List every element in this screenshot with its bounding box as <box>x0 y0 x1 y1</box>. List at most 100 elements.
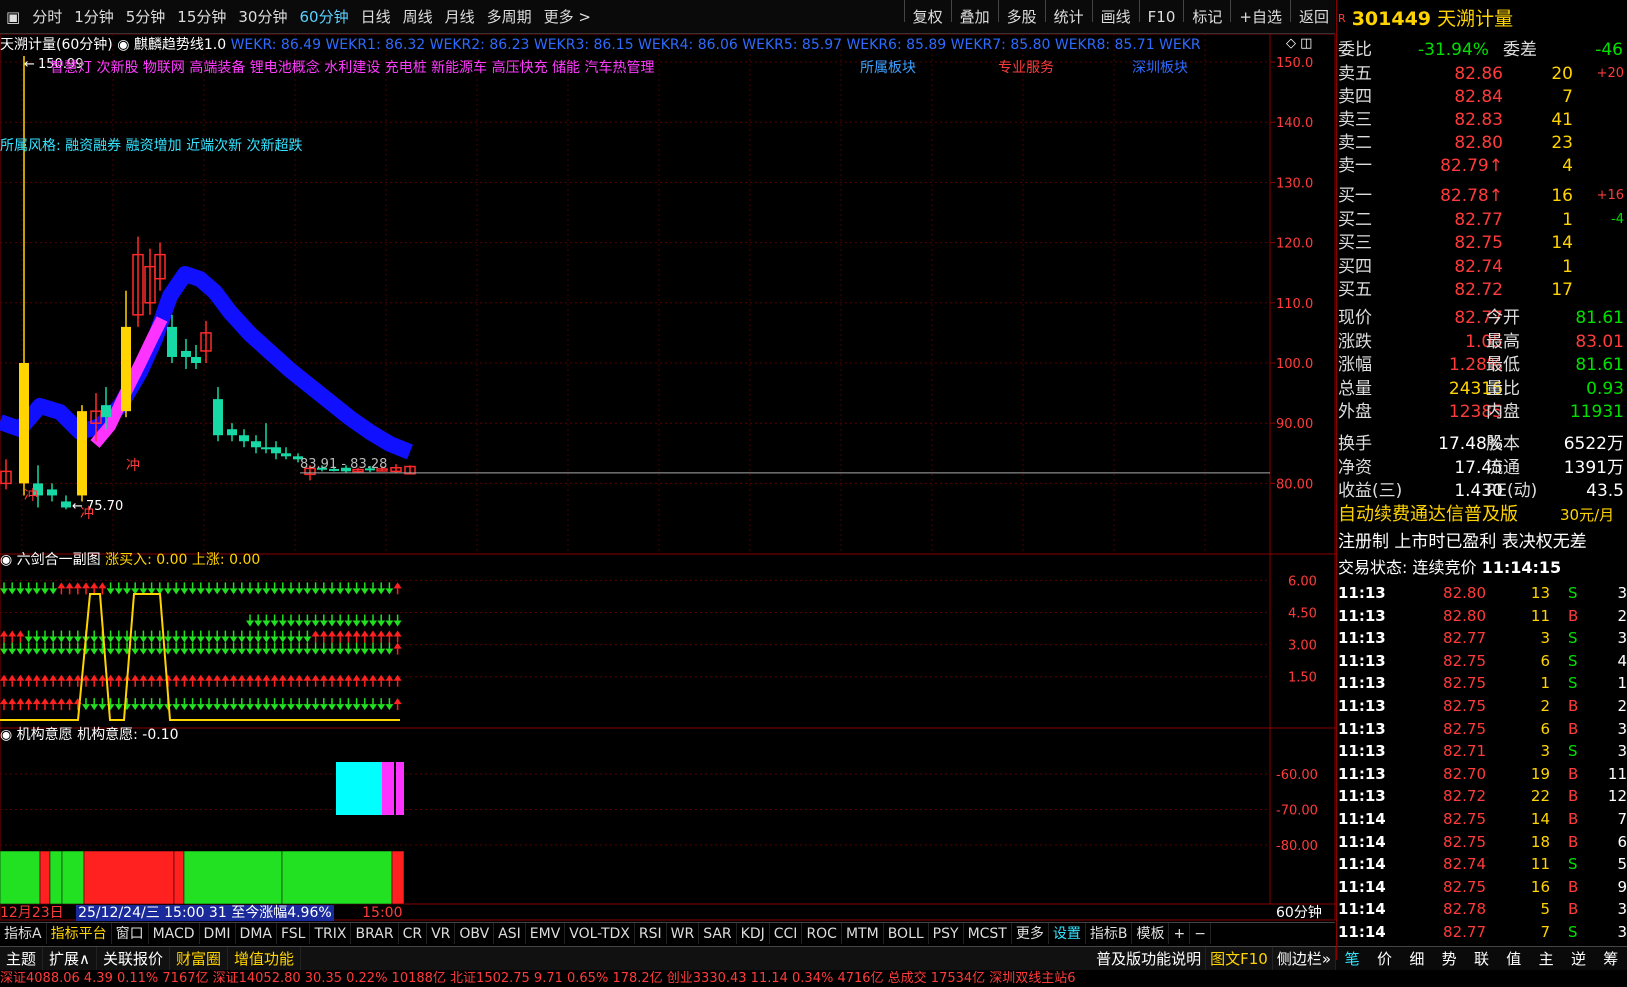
tick-row: 11:14 82.78 5 B 3 <box>1338 898 1627 921</box>
sub1-indicator-icon[interactable]: ◉ <box>0 552 17 568</box>
indicator-tab[interactable]: CR <box>399 923 428 944</box>
period-button[interactable]: 更多 > <box>538 0 597 34</box>
down-arrow-icon <box>57 648 66 655</box>
bottom-tab[interactable]: 财富圈 <box>170 947 229 970</box>
bid-row[interactable]: 买二 82.77 1 -4 <box>1338 208 1627 232</box>
indicator-tab[interactable]: 指标A <box>0 923 47 944</box>
bottom-tab-right[interactable]: 图文F10 <box>1206 947 1273 970</box>
period-label[interactable]: 60分钟 <box>1276 904 1322 922</box>
indicator-tab[interactable]: VR <box>427 923 456 944</box>
bid-row[interactable]: 买五 82.72 17 <box>1338 278 1627 302</box>
period-button[interactable]: 15分钟 <box>171 0 232 34</box>
bottom-tab[interactable]: 增值功能 <box>228 947 302 970</box>
up-arrow-icon <box>295 674 304 681</box>
bottom-tab-right[interactable]: 普及版功能说明 <box>1092 947 1207 970</box>
indicator-tab[interactable]: FSL <box>277 923 311 944</box>
indicator-tab[interactable]: PSY <box>929 923 964 944</box>
indicator-tab[interactable]: 指标平台 <box>47 923 112 944</box>
indicator-tab[interactable]: BRAR <box>351 923 399 944</box>
ask-row[interactable]: 卖一 82.79↑ 4 <box>1338 154 1627 178</box>
indicator-tab[interactable]: BOLL <box>884 923 929 944</box>
indicator-tab[interactable]: 更多 <box>1012 923 1049 944</box>
indicator-tab[interactable]: VOL-TDX <box>565 923 635 944</box>
indicator-tab[interactable]: CCI <box>770 923 803 944</box>
period-button[interactable]: 日线 <box>355 0 397 34</box>
bottom-tab[interactable]: 扩展∧ <box>43 947 97 970</box>
indicator-tab[interactable]: 设置 <box>1049 923 1086 944</box>
indicator-tab[interactable]: 窗口 <box>112 923 149 944</box>
toolbar-action-button[interactable]: +自选 <box>1233 0 1288 34</box>
concept-tags[interactable]: 智慧灯 次新股 物联网 高端装备 锂电池概念 水利建设 充电桩 新能源车 高压快… <box>50 57 655 77</box>
ask-label: 卖四 <box>1338 87 1372 107</box>
indicator-tab[interactable]: 指标B <box>1086 923 1133 944</box>
period-button[interactable]: 60分钟 <box>293 0 354 34</box>
indicator-tab[interactable]: MCST <box>964 923 1012 944</box>
expand-icon[interactable]: ◇ ◫ <box>1286 36 1312 51</box>
down-arrow-icon <box>139 648 148 655</box>
indicator-tab[interactable]: OBV <box>455 923 495 944</box>
ask-row[interactable]: 卖三 82.83 41 <box>1338 108 1627 132</box>
indicator-tab[interactable]: MACD <box>149 923 200 944</box>
down-arrow-icon <box>352 588 361 595</box>
indicator-tab[interactable]: RSI <box>635 923 667 944</box>
tick-price: 82.78 <box>1443 900 1486 919</box>
indicator-tab[interactable]: TRIX <box>310 923 352 944</box>
bid-row[interactable]: 买三 82.75 14 <box>1338 231 1627 255</box>
indicator-tab[interactable]: DMI <box>200 923 236 944</box>
period-button[interactable]: 30分钟 <box>232 0 293 34</box>
period-button[interactable]: 周线 <box>397 0 439 34</box>
period-button[interactable]: 5分钟 <box>120 0 172 34</box>
sub2-indicator-icon[interactable]: ◉ <box>0 727 17 743</box>
period-button[interactable]: 分时 <box>26 0 68 34</box>
promo-price[interactable]: 30元/月 <box>1560 502 1614 528</box>
sector-label[interactable]: 所属板块 <box>860 57 916 77</box>
ask-row[interactable]: 卖二 82.80 23 <box>1338 131 1627 155</box>
sub1-name[interactable]: 六剑合一副图 <box>17 552 101 568</box>
toolbar-action-button[interactable]: F10 <box>1142 0 1182 34</box>
indicator-tab[interactable]: WR <box>667 923 700 944</box>
down-arrow-icon <box>106 636 115 643</box>
service-label[interactable]: 专业服务 <box>998 57 1054 77</box>
bottom-tab-right[interactable]: 侧边栏» <box>1273 947 1336 970</box>
promo-row[interactable]: 自动续费通达信普及版 30元/月 <box>1338 502 1627 528</box>
indicator-tab[interactable]: + <box>1169 923 1191 944</box>
promo-text[interactable]: 自动续费通达信普及版 <box>1338 504 1518 525</box>
region-label[interactable]: 深圳板块 <box>1132 57 1188 77</box>
down-arrow-icon <box>65 636 74 643</box>
indicator-tab[interactable]: EMV <box>526 923 566 944</box>
indicator-toggle-icon[interactable]: ◉ <box>117 37 134 53</box>
tick-volume: 3 <box>1540 629 1550 648</box>
indicator-tab[interactable]: − <box>1190 923 1211 944</box>
ask-row[interactable]: 卖五 82.86 20 +20 <box>1338 62 1627 86</box>
toolbar-action-button[interactable]: 多股 <box>1001 0 1043 34</box>
toolbar-action-button[interactable]: 复权 <box>907 0 949 34</box>
toolbar-action-button[interactable]: 标记 <box>1186 0 1228 34</box>
indicator-tab[interactable]: KDJ <box>737 923 770 944</box>
y-tick-label: 4.50 <box>1288 607 1317 622</box>
bid-row[interactable]: 买一 82.78↑ 16 +16 <box>1338 184 1627 208</box>
period-button[interactable]: 多周期 <box>481 0 538 34</box>
indicator-tab[interactable]: ASI <box>494 923 526 944</box>
menu-icon[interactable]: ▣ <box>0 0 26 34</box>
indicator-tab[interactable]: 模板 <box>1132 923 1170 944</box>
ask-row[interactable]: 卖四 82.84 7 <box>1338 85 1627 109</box>
sub2-name[interactable]: 机构意愿 <box>17 727 73 743</box>
period-button[interactable]: 1分钟 <box>68 0 120 34</box>
indicator-name[interactable]: 麒麟趋势线1.0 <box>134 37 226 53</box>
indicator-tab[interactable]: SAR <box>699 923 737 944</box>
indicator-tab[interactable]: MTM <box>842 923 884 944</box>
toolbar-action-button[interactable]: 统计 <box>1048 0 1090 34</box>
tick-volume: 6 <box>1540 719 1550 738</box>
indicator-tab[interactable]: ROC <box>802 923 842 944</box>
toolbar-action-button[interactable]: 画线 <box>1095 0 1137 34</box>
indicator-tab[interactable]: DMA <box>236 923 277 944</box>
bottom-tab[interactable]: 关联报价 <box>97 947 171 970</box>
stat-row: 收益(三) 1.430 PE(动) 43.5 <box>1338 479 1627 503</box>
tick-volume: 11 <box>1530 606 1550 625</box>
toolbar-action-button[interactable]: 叠加 <box>954 0 996 34</box>
toolbar-action-button[interactable]: 返回 <box>1293 0 1335 34</box>
bottom-tab[interactable]: 主题 <box>0 947 44 970</box>
stat-value: 6522万 <box>1563 434 1624 454</box>
period-button[interactable]: 月线 <box>439 0 481 34</box>
bid-row[interactable]: 买四 82.74 1 <box>1338 255 1627 279</box>
